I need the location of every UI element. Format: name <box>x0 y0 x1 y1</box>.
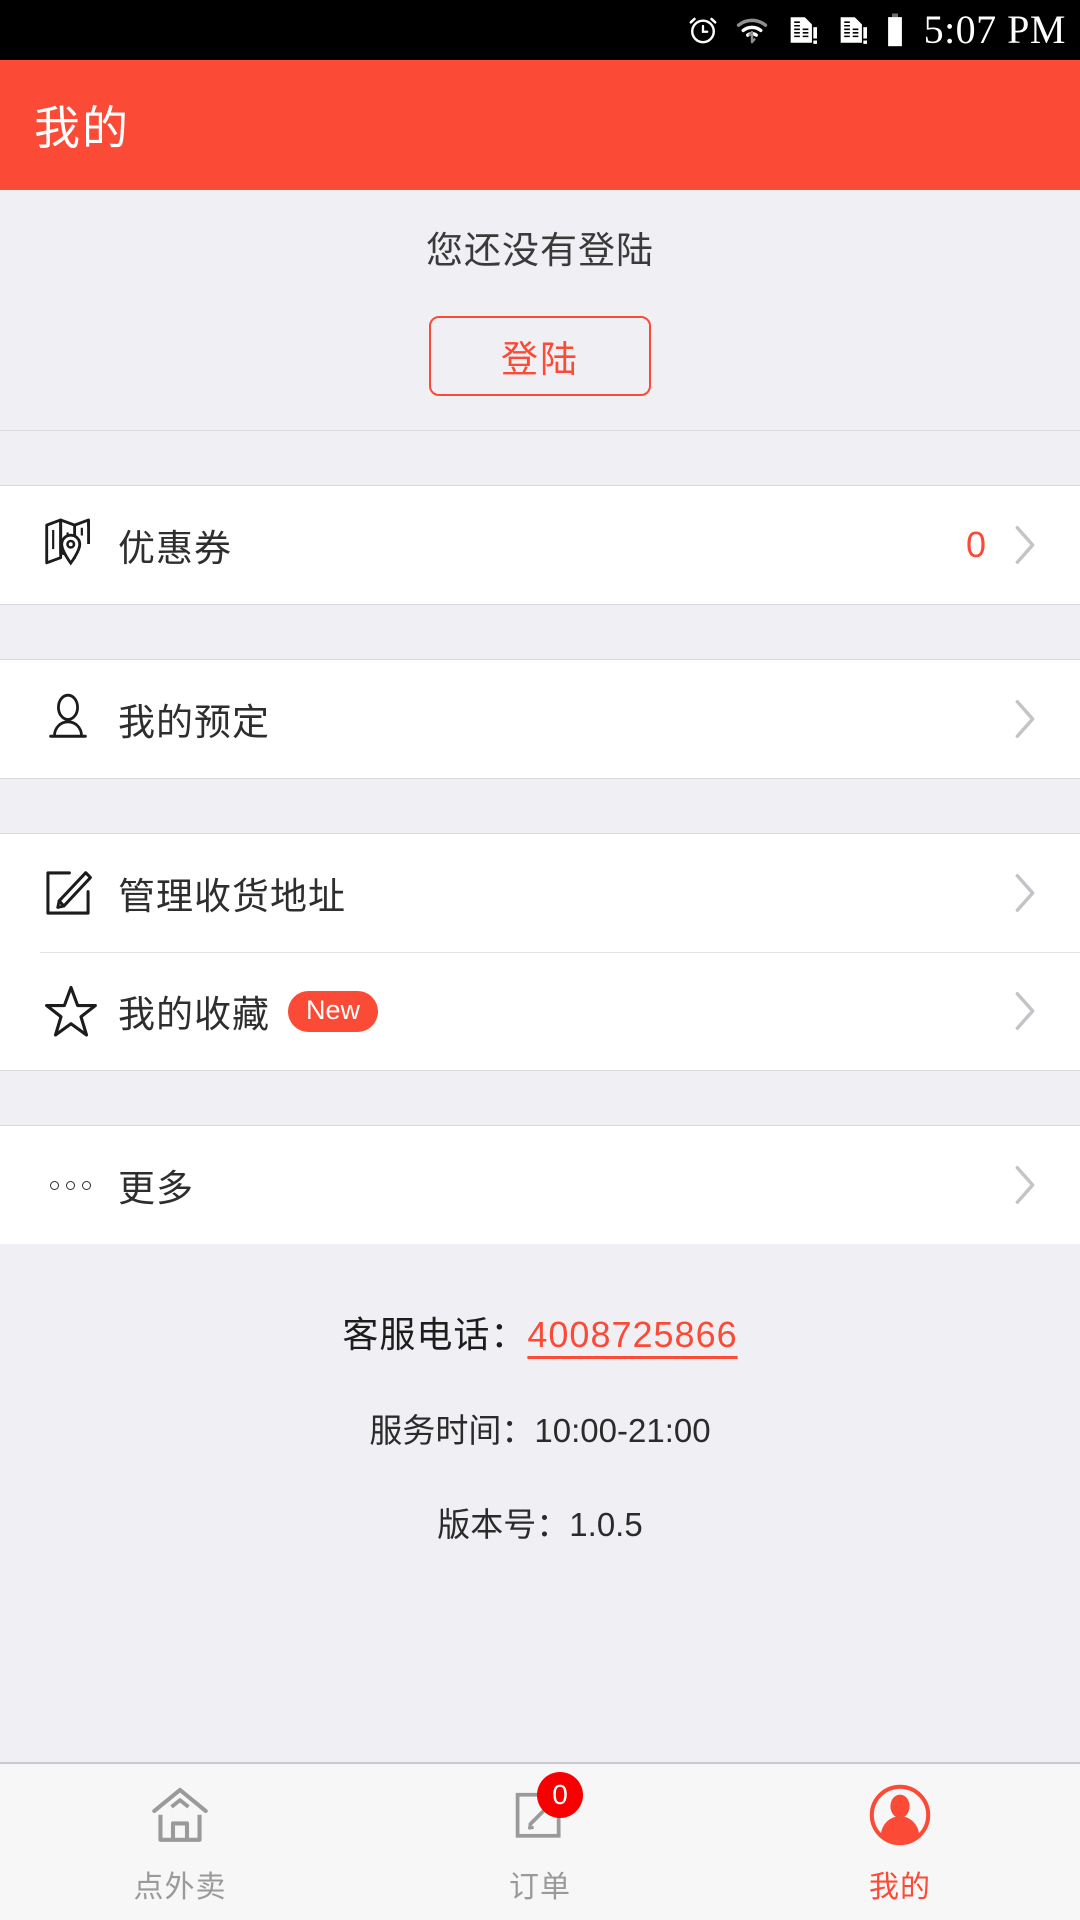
chevron-right-icon <box>1012 988 1038 1034</box>
login-button[interactable]: 登陆 <box>429 316 651 396</box>
app-screen: 5:07 PM 我的 您还没有登陆 登陆 优惠券 0 我的预定 管理收货地址 我… <box>0 0 1080 1920</box>
star-outline-icon <box>40 981 114 1041</box>
ellipsis-icon <box>40 1180 114 1190</box>
menu-row-label: 我的收藏 <box>118 994 270 1035</box>
menu-group-reservation: 我的预定 <box>0 660 1080 778</box>
group-separator <box>0 778 1080 834</box>
status-bar-clock: 5:07 PM <box>923 7 1066 52</box>
service-hours: 服务时间：10:00-21:00 <box>369 1412 711 1449</box>
coupon-count: 0 <box>965 524 986 565</box>
bottom-tab-bar: 点外卖 0 订单 我的 <box>0 1762 1080 1920</box>
menu-row-label: 更多 <box>118 1168 194 1209</box>
group-separator <box>0 604 1080 660</box>
chevron-right-icon <box>1012 522 1038 568</box>
user-circle-icon <box>863 1778 937 1852</box>
tab-label: 我的 <box>869 1871 931 1904</box>
status-badge: New <box>288 990 379 1032</box>
sim2-signal-icon <box>834 13 870 47</box>
menu-row-more[interactable]: 更多 <box>0 1126 1080 1244</box>
home-icon <box>143 1778 217 1852</box>
tab-label: 点外卖 <box>133 1871 227 1904</box>
menu-row-favorites[interactable]: 我的收藏 New <box>0 952 1080 1070</box>
customer-service-line: 客服电话：4008725866 <box>342 1306 737 1358</box>
login-status-message: 您还没有登陆 <box>426 230 654 271</box>
group-separator <box>0 1070 1080 1126</box>
alarm-icon <box>686 13 720 47</box>
group-separator <box>0 430 1080 486</box>
chevron-right-icon <box>1012 870 1038 916</box>
app-header: 我的 <box>0 60 1080 190</box>
wifi-icon <box>734 13 770 47</box>
person-outline-icon <box>40 690 114 748</box>
menu-group-address-favorites: 管理收货地址 我的收藏 New <box>0 834 1080 1070</box>
order-icon: 0 <box>503 1772 583 1852</box>
menu-row-coupon[interactable]: 优惠券 0 <box>0 486 1080 604</box>
order-count-badge: 0 <box>537 1772 583 1818</box>
customer-service-label: 客服电话： <box>342 1314 528 1355</box>
tab-takeout[interactable]: 点外卖 <box>0 1764 360 1920</box>
tab-profile[interactable]: 我的 <box>720 1764 1080 1920</box>
customer-service-phone[interactable]: 4008725866 <box>527 1314 737 1355</box>
menu-group-more: 更多 <box>0 1126 1080 1244</box>
menu-row-reservation[interactable]: 我的预定 <box>0 660 1080 778</box>
login-panel: 您还没有登陆 登陆 <box>0 190 1080 430</box>
menu-row-manage-address[interactable]: 管理收货地址 <box>0 834 1080 952</box>
chevron-right-icon <box>1012 696 1038 742</box>
tab-orders[interactable]: 0 订单 <box>360 1764 720 1920</box>
battery-icon <box>884 12 906 48</box>
app-version: 版本号：1.0.5 <box>437 1506 643 1543</box>
footer-info: 客服电话：4008725866 服务时间：10:00-21:00 版本号：1.0… <box>0 1244 1080 1762</box>
tab-label: 订单 <box>509 1871 571 1904</box>
status-bar: 5:07 PM <box>0 0 1080 60</box>
chevron-right-icon <box>1012 1162 1038 1208</box>
map-pin-icon <box>40 514 114 576</box>
page-title: 我的 <box>34 102 130 154</box>
menu-row-label: 管理收货地址 <box>118 876 346 917</box>
menu-row-label: 优惠券 <box>118 528 232 569</box>
edit-square-icon <box>40 865 114 921</box>
menu-group-coupon: 优惠券 0 <box>0 486 1080 604</box>
menu-row-label: 我的预定 <box>118 702 270 743</box>
sim1-signal-icon <box>784 13 820 47</box>
